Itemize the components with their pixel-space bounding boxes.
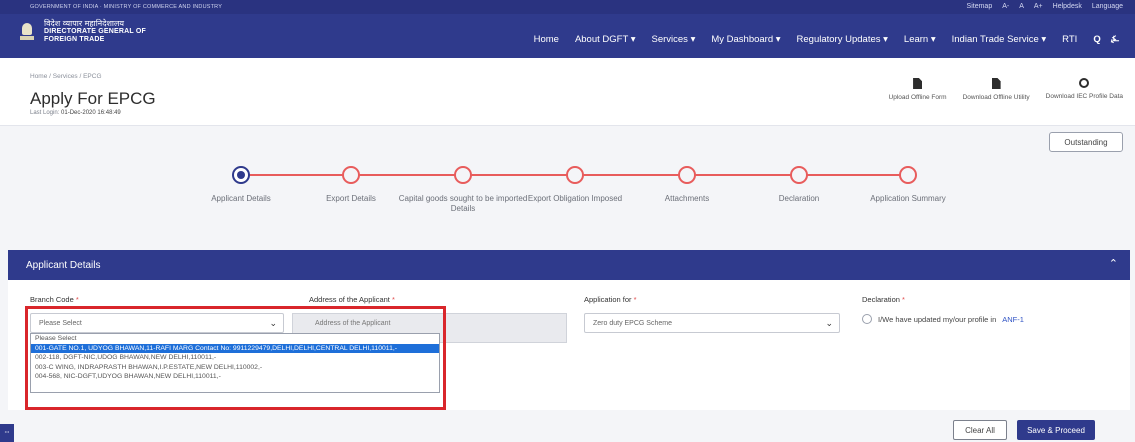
logo-text: विदेश व्यापार महानिदेशालय DIRECTORATE GE… bbox=[44, 20, 146, 44]
emblem-icon bbox=[18, 21, 36, 43]
radio-icon[interactable] bbox=[862, 314, 872, 324]
step-active-icon bbox=[232, 166, 250, 184]
declaration-radio[interactable]: I/We have updated my/our profile in ANF-… bbox=[862, 314, 1024, 324]
upload-offline-form-label: Upload Offline Form bbox=[888, 94, 947, 101]
section-title: Applicant Details bbox=[26, 260, 101, 271]
logo-hindi: विदेश व्यापार महानिदेशालय bbox=[44, 19, 125, 28]
address-label: Address of the Applicant * bbox=[309, 295, 395, 304]
step-circle-icon bbox=[790, 166, 808, 184]
anf1-link[interactable]: ANF-1 bbox=[1002, 315, 1024, 324]
main-nav: Home About DGFT ▾ Services ▾ My Dashboar… bbox=[534, 34, 1119, 45]
download-offline-utility[interactable]: Download Offline Utility bbox=[963, 78, 1030, 101]
top-link-helpdesk[interactable]: Helpdesk bbox=[1053, 3, 1082, 10]
font-decrease[interactable]: A- bbox=[1002, 3, 1009, 10]
application-for-select[interactable]: Zero duty EPCG Scheme ⌄ bbox=[584, 313, 840, 333]
page-title: Apply For EPCG bbox=[30, 89, 156, 108]
step-label: Export Obligation Imposed bbox=[527, 194, 623, 203]
download-offline-utility-label: Download Offline Utility bbox=[962, 94, 1030, 101]
required-mark: * bbox=[633, 295, 637, 304]
page-header: Home / Services / EPCG Apply For EPCG La… bbox=[0, 58, 1135, 126]
step-label: Export Details bbox=[326, 194, 376, 203]
logo-line2: FOREIGN TRADE bbox=[44, 36, 105, 43]
application-for-label: Application for * bbox=[584, 295, 637, 304]
applicant-details-header[interactable]: Applicant Details ⌃ bbox=[8, 250, 1130, 280]
gov-strip-text: GOVERNMENT OF INDIA · MINISTRY OF COMMER… bbox=[30, 4, 223, 10]
font-normal[interactable]: A bbox=[1019, 3, 1024, 10]
step-circle-icon bbox=[342, 166, 360, 184]
header-actions: Upload Offline Form Download Offline Uti… bbox=[889, 78, 1123, 101]
step-label: Capital goods sought to be imported Deta… bbox=[398, 194, 528, 213]
dgft-logo[interactable]: विदेश व्यापार महानिदेशालय DIRECTORATE GE… bbox=[18, 20, 146, 44]
declaration-text: I/We have updated my/our profile in bbox=[878, 314, 997, 324]
last-login: Last Login: 01-Dec-2020 16:48:49 bbox=[30, 110, 121, 116]
declaration-label-text: Declaration bbox=[862, 295, 900, 304]
step-circle-icon bbox=[678, 166, 696, 184]
nav-trade-service[interactable]: Indian Trade Service ▾ bbox=[952, 34, 1047, 45]
nav-about[interactable]: About DGFT ▾ bbox=[575, 34, 636, 45]
font-increase[interactable]: A+ bbox=[1034, 3, 1043, 10]
search-icon[interactable]: Q bbox=[1093, 34, 1100, 45]
step-export-details[interactable]: Export Details bbox=[286, 166, 416, 204]
step-application-summary[interactable]: Application Summary bbox=[843, 166, 973, 204]
declaration-label: Declaration * bbox=[862, 295, 905, 304]
top-links: Sitemap A- A A+ Helpdesk Language bbox=[967, 3, 1123, 10]
nav-rti[interactable]: RTI bbox=[1062, 34, 1077, 45]
upload-offline-form[interactable]: Upload Offline Form bbox=[889, 78, 947, 101]
step-circle-icon bbox=[454, 166, 472, 184]
step-label: Attachments bbox=[664, 194, 710, 203]
save-proceed-button[interactable]: Save & Proceed bbox=[1017, 420, 1095, 440]
step-label: Application Summary bbox=[870, 194, 946, 203]
step-capital-goods[interactable]: Capital goods sought to be imported Deta… bbox=[398, 166, 528, 214]
last-login-value: 01-Dec-2020 16:48:49 bbox=[61, 110, 121, 116]
breadcrumb[interactable]: Home / Services / EPCG bbox=[30, 73, 102, 80]
nav-learn[interactable]: Learn ▾ bbox=[904, 34, 936, 45]
top-link-sitemap[interactable]: Sitemap bbox=[967, 3, 993, 10]
required-mark: * bbox=[75, 295, 79, 304]
application-for-label-text: Application for bbox=[584, 295, 632, 304]
logo-line1: DIRECTORATE GENERAL OF bbox=[44, 28, 147, 35]
refresh-icon bbox=[1079, 78, 1090, 88]
application-for-value: Zero duty EPCG Scheme bbox=[593, 320, 672, 327]
chevron-down-icon: ⌄ bbox=[825, 318, 833, 328]
step-attachments[interactable]: Attachments bbox=[622, 166, 752, 204]
file-download-icon bbox=[991, 78, 1001, 89]
top-header: GOVERNMENT OF INDIA · MINISTRY OF COMMER… bbox=[0, 0, 1135, 58]
nav-regulatory[interactable]: Regulatory Updates ▾ bbox=[797, 34, 888, 45]
address-label-text: Address of the Applicant bbox=[309, 295, 390, 304]
last-login-label: Last Login: bbox=[30, 110, 60, 116]
nav-services[interactable]: Services ▾ bbox=[652, 34, 696, 45]
chevron-up-icon[interactable]: ⌃ bbox=[1109, 257, 1118, 270]
branch-code-label: Branch Code * bbox=[30, 295, 79, 304]
required-mark: * bbox=[391, 295, 395, 304]
nav-dashboard[interactable]: My Dashboard ▾ bbox=[711, 34, 780, 45]
bell-icon[interactable]: ⍼ bbox=[1111, 34, 1119, 45]
outstanding-button[interactable]: Outstanding bbox=[1049, 132, 1123, 152]
step-circle-icon bbox=[899, 166, 917, 184]
side-panel-tab[interactable]: ⵈ bbox=[0, 424, 14, 442]
download-iec-profile-label: Download IEC Profile Data bbox=[1045, 93, 1123, 100]
nav-home[interactable]: Home bbox=[534, 34, 559, 45]
download-iec-profile[interactable]: Download IEC Profile Data bbox=[1046, 78, 1123, 101]
clear-all-button[interactable]: Clear All bbox=[953, 420, 1007, 440]
highlight-frame bbox=[25, 306, 446, 410]
file-upload-icon bbox=[913, 78, 923, 89]
required-mark: * bbox=[902, 295, 905, 304]
gov-strip: GOVERNMENT OF INDIA · MINISTRY OF COMMER… bbox=[0, 0, 1135, 14]
nav-icons: Q ⍼ bbox=[1093, 34, 1119, 45]
top-link-language[interactable]: Language bbox=[1092, 3, 1123, 10]
step-circle-icon bbox=[566, 166, 584, 184]
step-export-obligation[interactable]: Export Obligation Imposed bbox=[510, 166, 640, 204]
branch-code-label-text: Branch Code bbox=[30, 295, 74, 304]
